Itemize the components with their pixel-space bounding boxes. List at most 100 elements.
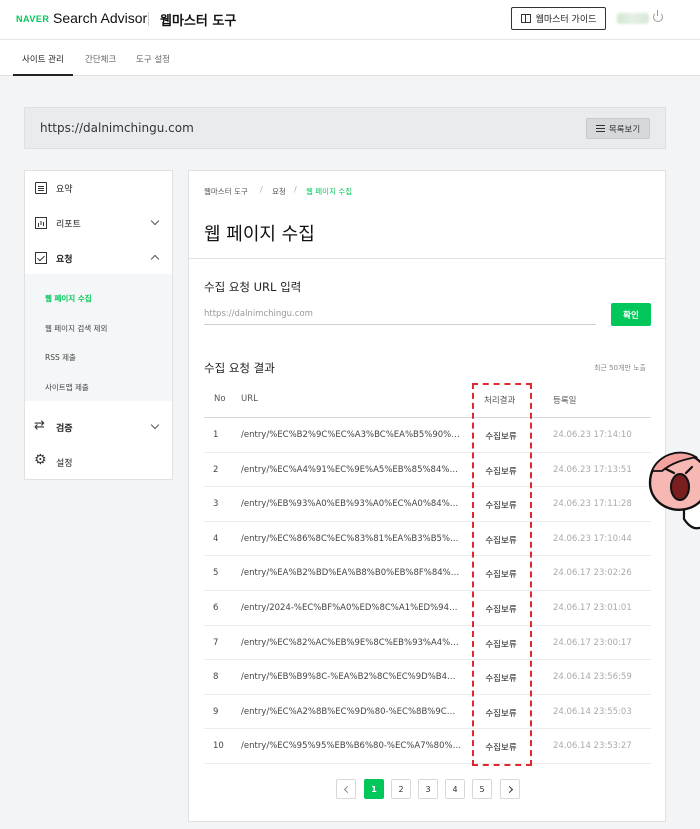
row-date: 24.06.14 23:53:27 (553, 741, 632, 752)
sidebar-item-label: 검증 (56, 424, 73, 434)
table-row[interactable]: 4/entry/%EC%86%8C%EC%83%81%EA%B3%B5%EC%9… (204, 522, 651, 557)
row-url[interactable]: /entry/%EA%B2%BD%EA%B8%B0%EB%8F%84%EB%84… (241, 568, 462, 578)
submenu-web-page-exclude[interactable]: 웹 페이지 검색 제외 (45, 323, 107, 334)
row-url[interactable]: /entry/%EC%95%95%EB%B6%80-%EC%A7%80%EC%A… (241, 741, 462, 751)
sidebar-item-label: 요청 (56, 255, 73, 265)
page-title: 웹 페이지 수집 (204, 224, 315, 245)
row-url[interactable]: /entry/%EC%A4%91%EC%9E%A5%EB%85%84%EC%9D… (241, 465, 462, 475)
swap-icon (34, 418, 47, 433)
document-icon (35, 182, 47, 194)
pagination-page-3[interactable]: 3 (418, 779, 438, 799)
sidebar-item-label: 리포트 (56, 220, 81, 230)
webmaster-tool-title[interactable]: 웹마스터 도구 (160, 10, 236, 29)
webmaster-guide-label: 웹마스터 가이드 (535, 15, 597, 25)
table-row[interactable]: 5/entry/%EA%B2%BD%EA%B8%B0%EB%8F%84%EB%8… (204, 556, 651, 591)
pagination-page-4[interactable]: 4 (445, 779, 465, 799)
user-account-blurred[interactable] (617, 13, 649, 24)
submenu-rss-submit[interactable]: RSS 제출 (45, 352, 76, 363)
row-date: 24.06.17 23:00:17 (553, 637, 632, 648)
confirm-button[interactable]: 확인 (611, 303, 651, 326)
row-date: 24.06.14 23:56:59 (553, 672, 632, 683)
breadcrumb-current: 웹 페이지 수집 (306, 187, 353, 196)
submenu-web-page-collect[interactable]: 웹 페이지 수집 (45, 293, 92, 304)
table-row[interactable]: 3/entry/%EB%93%A0%EB%93%A0%EC%A0%84%EC%9… (204, 487, 651, 522)
row-url[interactable]: /entry/%EB%93%A0%EB%93%A0%EC%A0%84%EC%9D… (241, 499, 462, 509)
sidebar-item-request[interactable]: 요청 (25, 243, 172, 273)
logout-icon[interactable] (653, 10, 663, 22)
sidebar-item-label: 설정 (56, 459, 73, 469)
table-row[interactable]: 9/entry/%EC%A2%8B%EC%9D%80-%EC%8B%9C%EC%… (204, 695, 651, 730)
chevron-left-icon (343, 785, 351, 793)
tab-site-management[interactable]: 사이트 관리 (22, 53, 64, 65)
sub-navigation: 사이트 관리 간단체크 도구 설정 (0, 40, 700, 76)
sidebar-item-summary[interactable]: 요약 (25, 173, 172, 203)
naver-logo[interactable]: NAVER (16, 14, 49, 24)
view-list-button[interactable]: 목록보기 (586, 118, 650, 139)
row-number: 10 (213, 741, 224, 752)
row-url[interactable]: /entry/%EC%86%8C%EC%83%81%EA%B3%B5%EC%9D… (241, 534, 462, 544)
chevron-down-icon (150, 420, 160, 430)
table-row[interactable]: 7/entry/%EC%82%AC%EB%9E%8C%EB%93%A4%EC%9… (204, 626, 651, 661)
crying-character-sticker (648, 451, 700, 530)
gear-icon (34, 452, 47, 468)
row-number: 3 (213, 499, 219, 510)
row-date: 24.06.14 23:55:03 (553, 706, 632, 717)
row-url[interactable]: /entry/%EC%B2%9C%EC%A3%BC%EA%B5%90%EC%9D… (241, 430, 462, 440)
row-number: 6 (213, 603, 219, 613)
chart-icon (35, 217, 47, 229)
pagination-prev-button[interactable] (336, 779, 356, 799)
row-number: 7 (213, 637, 219, 648)
row-url[interactable]: /entry/%EB%B9%8C-%EA%B2%8C%EC%9D%B4%EC%B… (241, 672, 462, 682)
table-row[interactable]: 8/entry/%EB%B9%8C-%EA%B2%8C%EC%9D%B4%EC%… (204, 660, 651, 695)
column-header-url: URL (241, 394, 258, 404)
active-tab-underline (13, 74, 73, 76)
submenu-sitemap-submit[interactable]: 사이트맵 제출 (45, 382, 89, 393)
checkbox-icon (35, 252, 47, 264)
tab-tool-settings[interactable]: 도구 설정 (136, 53, 170, 65)
table-row[interactable]: 2/entry/%EC%A4%91%EC%9E%A5%EB%85%84%EC%9… (204, 453, 651, 488)
row-number: 5 (213, 568, 219, 579)
top-header: NAVER Search Advisor 웹마스터 도구 웹마스터 가이드 (0, 0, 700, 40)
breadcrumb-webmaster-tool[interactable]: 웹마스터 도구 (204, 186, 248, 197)
sidebar-item-report[interactable]: 리포트 (25, 208, 172, 238)
pagination-page-5[interactable]: 5 (472, 779, 492, 799)
row-number: 1 (213, 430, 219, 440)
book-icon (520, 14, 531, 23)
sidebar-item-settings[interactable]: 설정 (25, 447, 172, 477)
breadcrumb-separator: / (260, 185, 263, 194)
view-list-label: 목록보기 (608, 124, 641, 135)
row-date: 24.06.23 17:14:10 (553, 430, 632, 440)
breadcrumb-request[interactable]: 요청 (272, 186, 286, 197)
row-url[interactable]: /entry/%EC%A2%8B%EC%9D%80-%EC%8B%9C%EC%9… (241, 707, 462, 717)
tab-simple-check[interactable]: 간단체크 (85, 53, 116, 65)
row-url[interactable]: /entry/2024-%EC%BF%A0%ED%8C%A1%ED%94%8C%… (241, 603, 462, 613)
row-number: 9 (213, 706, 219, 717)
pagination-next-button[interactable] (500, 779, 520, 799)
sidebar: 요약 리포트 요청 웹 페이지 수집 웹 페이지 검색 제외 RSS 제출 사이… (24, 170, 173, 480)
site-url-bar: https://dalnimchingu.com 목록보기 (24, 107, 666, 149)
row-date: 24.06.23 17:11:28 (553, 499, 632, 510)
table-row[interactable]: 1/entry/%EC%B2%9C%EC%A3%BC%EA%B5%90%EC%9… (204, 418, 651, 453)
table-row[interactable]: 6/entry/2024-%EC%BF%A0%ED%8C%A1%ED%94%8C… (204, 591, 651, 626)
row-number: 8 (213, 672, 219, 683)
pagination-page-1[interactable]: 1 (364, 779, 384, 799)
search-advisor-logo[interactable]: Search Advisor (53, 10, 147, 26)
row-url[interactable]: /entry/%EC%82%AC%EB%9E%8C%EB%93%A4%EC%9D… (241, 638, 462, 648)
brand-divider (148, 12, 149, 26)
recent-note: 최근 50개만 노출 (594, 364, 646, 372)
table-row[interactable]: 10/entry/%EC%95%95%EB%B6%80-%EC%A7%80%EC… (204, 729, 651, 764)
row-date: 24.06.17 23:01:01 (553, 603, 632, 613)
sidebar-item-verify[interactable]: 검증 (25, 412, 172, 442)
list-icon (595, 125, 605, 132)
row-date: 24.06.23 17:13:51 (553, 464, 632, 475)
results-title: 수집 요청 결과 (204, 361, 275, 375)
divider (189, 258, 665, 259)
site-url: https://dalnimchingu.com (40, 121, 194, 135)
row-number: 4 (213, 533, 219, 544)
url-input[interactable] (204, 303, 596, 325)
webmaster-guide-button[interactable]: 웹마스터 가이드 (511, 7, 606, 30)
column-header-date: 등록일 (553, 396, 577, 406)
collect-request-title: 수집 요청 URL 입력 (204, 280, 302, 294)
status-column-highlight (472, 383, 532, 766)
pagination-page-2[interactable]: 2 (391, 779, 411, 799)
